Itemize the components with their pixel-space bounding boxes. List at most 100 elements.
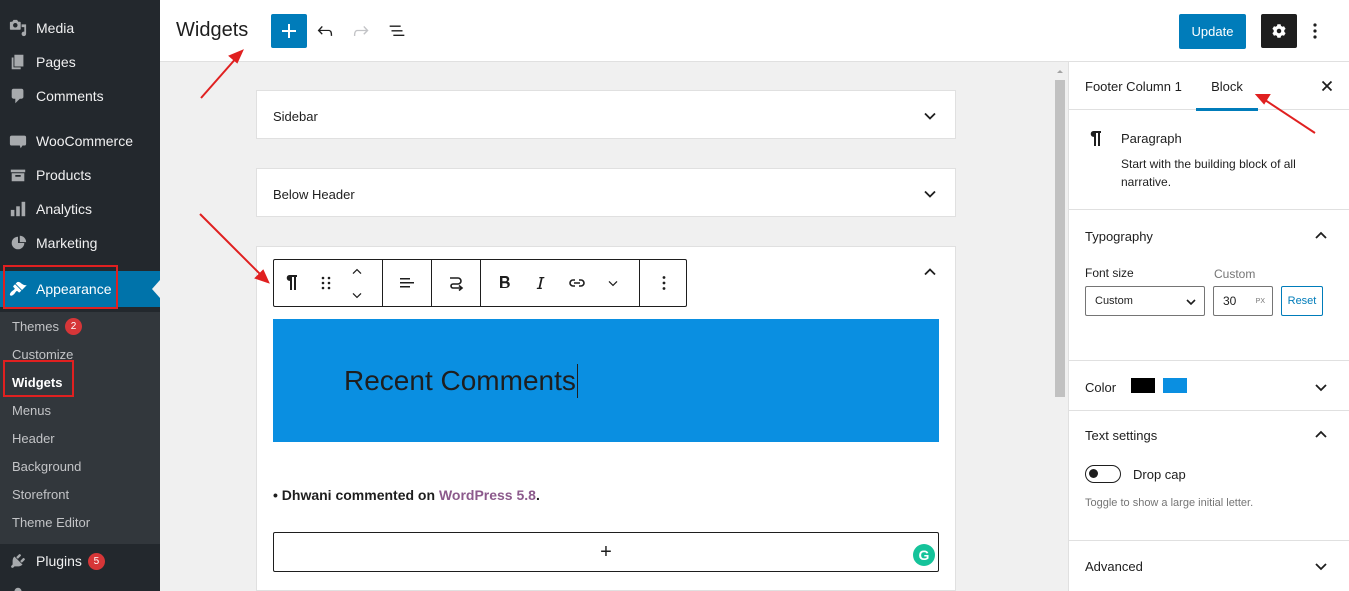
sidebar-item-products[interactable]: Products — [0, 158, 160, 192]
more-vertical-icon — [662, 276, 665, 290]
widget-area-title: Below Header — [273, 187, 355, 202]
comment-text: commented on — [331, 487, 439, 503]
widget-area-footer-column-1[interactable]: Recent Comments • Dhwani commented on Wo… — [256, 246, 956, 591]
font-size-number-input[interactable]: 30 PX — [1213, 286, 1273, 316]
heading-text[interactable]: Recent Comments — [344, 364, 578, 398]
more-formatting-button[interactable] — [597, 260, 629, 306]
submenu-item-menus[interactable]: Menus — [12, 396, 51, 424]
submenu-item-label: Background — [12, 458, 82, 474]
plus-icon: + — [600, 541, 612, 563]
unit-label: PX — [1255, 297, 1265, 305]
transform-button[interactable] — [432, 260, 480, 306]
products-icon — [0, 166, 36, 184]
page-title: Widgets — [176, 19, 249, 41]
submenu-item-background[interactable]: Background — [12, 452, 81, 480]
sidebar-item-label: Products — [36, 167, 92, 183]
sidebar-item-plugins[interactable]: Plugins 5 — [0, 544, 160, 578]
panel-title[interactable]: Typography — [1085, 229, 1153, 244]
move-down-button[interactable] — [342, 283, 372, 306]
sidebar-item-next[interactable] — [0, 578, 160, 591]
chevron-up-icon[interactable] — [923, 265, 937, 279]
submenu-item-label: Theme Editor — [12, 514, 91, 530]
chevron-down-icon[interactable] — [1313, 379, 1329, 395]
italic-button[interactable] — [524, 260, 556, 306]
undo-button[interactable] — [311, 17, 339, 45]
widget-area-below-header[interactable]: Below Header — [256, 168, 956, 217]
chevron-down-icon[interactable] — [1313, 558, 1329, 574]
drop-cap-label: Drop cap — [1133, 467, 1186, 482]
font-size-select[interactable]: Custom — [1085, 286, 1205, 316]
sidebar-item-analytics[interactable]: Analytics — [0, 192, 160, 226]
drop-cap-toggle[interactable] — [1085, 465, 1121, 483]
submenu-item-themes[interactable]: Themes 2 — [12, 312, 82, 340]
submenu-item-header[interactable]: Header — [12, 424, 55, 452]
grammarly-icon[interactable]: G — [913, 544, 935, 566]
more-vertical-icon — [1313, 23, 1317, 39]
scrollbar-thumb[interactable] — [1055, 80, 1065, 397]
update-button[interactable]: Update — [1179, 14, 1246, 49]
close-icon[interactable] — [1319, 78, 1335, 94]
settings-button[interactable] — [1261, 14, 1297, 48]
panel-title[interactable]: Advanced — [1085, 559, 1143, 574]
editor-canvas: Sidebar Below Header Recent Comments • D… — [160, 62, 1068, 591]
sidebar-item-woocommerce[interactable]: WooCommerce — [0, 124, 160, 158]
panel-title[interactable]: Text settings — [1085, 428, 1157, 443]
font-size-label: Font size — [1085, 266, 1134, 280]
background-color-swatch — [1163, 378, 1187, 393]
submenu-item-storefront[interactable]: Storefront — [12, 480, 69, 508]
sidebar-item-label: WooCommerce — [36, 133, 133, 149]
sidebar-item-marketing[interactable]: Marketing — [0, 226, 160, 260]
move-up-button[interactable] — [342, 260, 372, 283]
pages-icon — [0, 53, 36, 71]
block-appender-button[interactable]: + G — [273, 532, 939, 572]
advanced-panel: Advanced — [1069, 542, 1349, 591]
update-count-badge: 2 — [64, 317, 82, 335]
panel-title[interactable]: Color — [1085, 380, 1116, 395]
more-options-button[interactable] — [1303, 17, 1327, 45]
list-view-button[interactable] — [383, 17, 411, 45]
canvas-scrollbar[interactable] — [1053, 66, 1067, 591]
sidebar-item-comments[interactable]: Comments — [0, 79, 160, 113]
gear-icon — [1272, 24, 1286, 38]
sidebar-item-media[interactable]: Media — [0, 11, 160, 45]
block-type-button[interactable] — [274, 260, 310, 306]
submenu-item-theme-editor[interactable]: Theme Editor — [12, 508, 90, 536]
align-button[interactable] — [383, 260, 431, 306]
link-button[interactable] — [557, 260, 597, 306]
block-description: Start with the building block of all nar… — [1121, 157, 1296, 189]
tab-footer-column-1[interactable]: Footer Column 1 — [1085, 62, 1182, 110]
drag-handle[interactable] — [314, 260, 338, 306]
comment-post-link[interactable]: WordPress 5.8 — [439, 487, 536, 503]
link-icon — [569, 279, 585, 287]
chevron-down-icon[interactable] — [923, 109, 937, 123]
heading-block[interactable]: Recent Comments — [273, 319, 939, 442]
number-value: 30 — [1223, 294, 1237, 308]
admin-sidebar: Media Pages Comments WooCommerce Product… — [0, 0, 160, 591]
chevron-up-icon[interactable] — [1313, 427, 1329, 443]
editor-header: Widgets Update — [160, 0, 1349, 62]
redo-icon — [353, 25, 369, 37]
comment-author: Dhwani — [281, 487, 332, 503]
tab-block[interactable]: Block — [1196, 62, 1258, 111]
custom-size-label: Custom — [1214, 267, 1256, 281]
media-icon — [0, 19, 36, 37]
chevron-up-icon[interactable] — [1313, 228, 1329, 244]
bold-button[interactable] — [484, 260, 524, 306]
reset-button[interactable]: Reset — [1281, 286, 1323, 316]
block-inspector: Footer Column 1 Block Paragraph Start wi… — [1068, 62, 1349, 591]
sidebar-item-label: Comments — [36, 88, 104, 104]
highlight-widgets — [3, 360, 74, 397]
scroll-up-arrow-icon[interactable] — [1053, 66, 1067, 76]
block-options-button[interactable] — [640, 260, 687, 306]
submenu-item-label: Storefront — [12, 486, 70, 502]
redo-button[interactable] — [347, 17, 375, 45]
plus-icon — [282, 24, 296, 38]
sidebar-item-label: Analytics — [36, 201, 93, 217]
submenu-item-label: Themes — [12, 318, 59, 334]
typography-panel: Typography Font size Custom Custom 30 PX… — [1069, 211, 1349, 361]
sidebar-item-pages[interactable]: Pages — [0, 45, 160, 79]
chevron-down-icon[interactable] — [923, 187, 937, 201]
add-block-button[interactable] — [271, 14, 307, 48]
sidebar-item-label: Media — [36, 20, 75, 36]
widget-area-sidebar[interactable]: Sidebar — [256, 90, 956, 139]
